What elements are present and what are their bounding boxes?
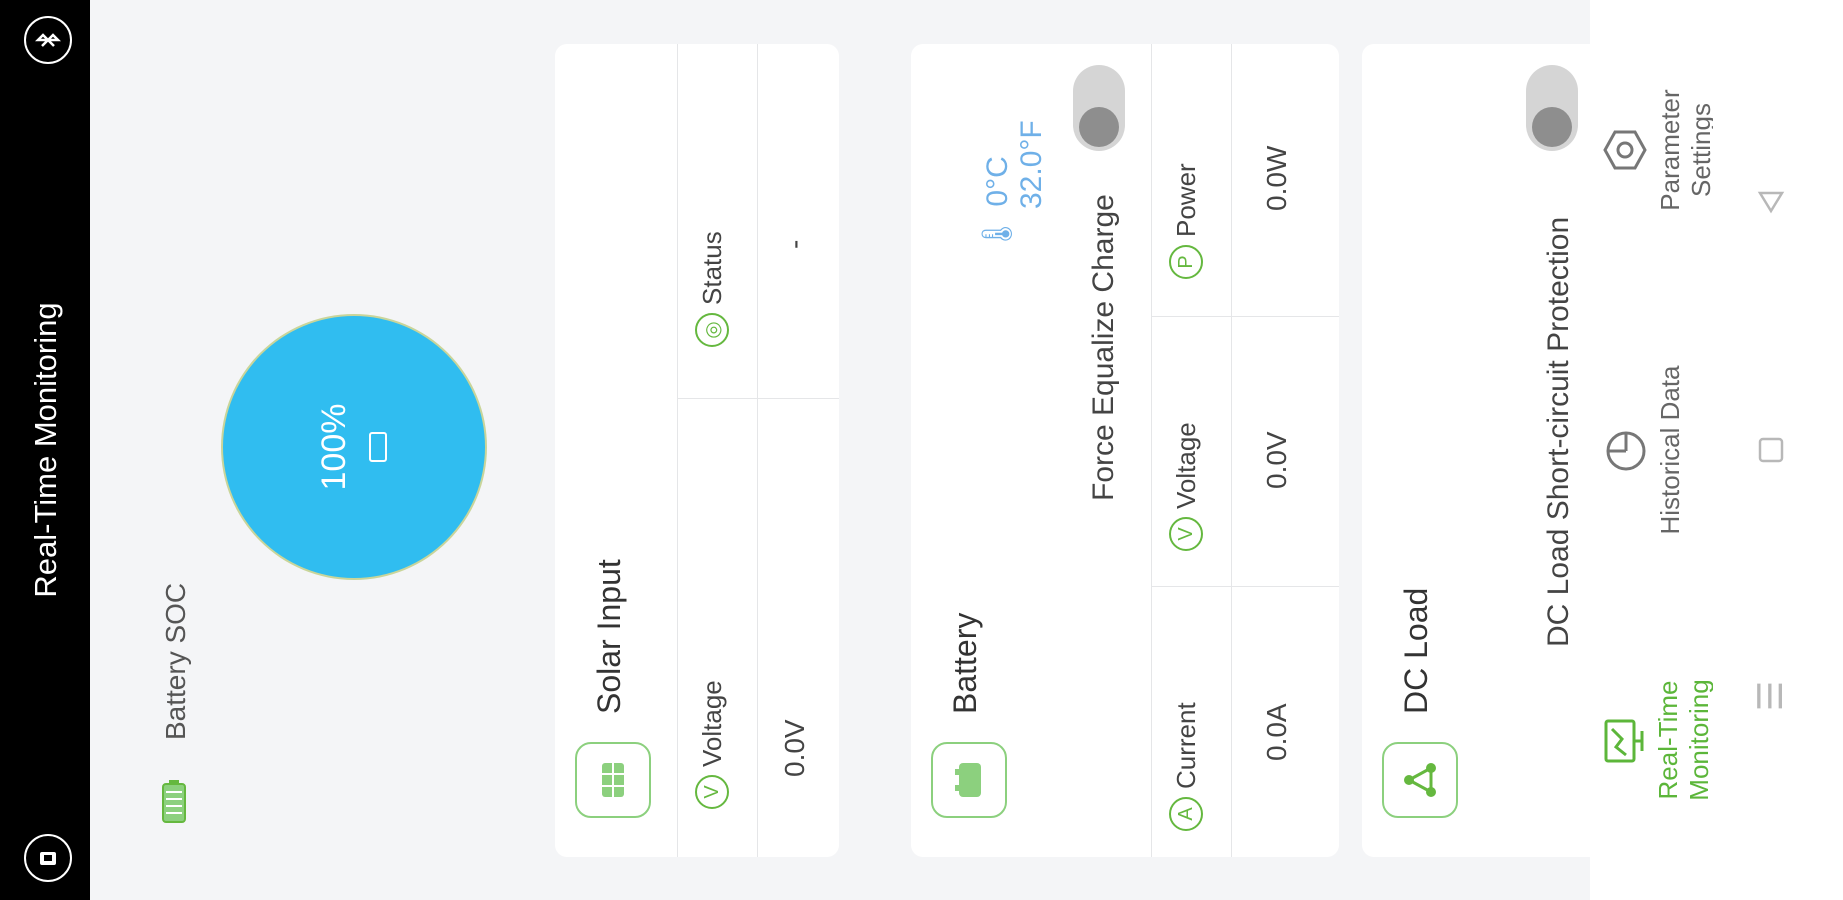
nav-parameter-settings-label: Parameter Settings — [1655, 89, 1716, 211]
status-icon: ◎ — [695, 313, 729, 347]
back-icon[interactable] — [1753, 184, 1789, 220]
nav-real-time-monitoring-label: Real-Time Monitoring — [1653, 679, 1714, 801]
battery-soc-gauge: 100% — [223, 316, 485, 578]
battery-voltage-value: 0.0V — [1261, 431, 1292, 489]
force-equalize-charge-label: Force Equalize Charge — [1087, 194, 1120, 501]
divider — [677, 44, 678, 857]
bluetooth-icon[interactable] — [24, 16, 72, 64]
dc-load-card: DC Load DC Load Short-circuit Protection — [1362, 44, 1602, 857]
force-equalize-charge-toggle[interactable] — [1073, 65, 1125, 151]
divider — [677, 398, 839, 399]
divider — [1231, 44, 1232, 857]
divider — [1151, 586, 1339, 587]
battery-voltage-label: V Voltage — [1169, 422, 1203, 551]
pie-chart-icon — [1606, 431, 1646, 471]
battery-power-label: P Power — [1169, 163, 1203, 279]
power-icon: P — [1169, 245, 1203, 279]
home-icon[interactable] — [1753, 432, 1789, 468]
solar-voltage-label: V Voltage — [695, 680, 729, 809]
top-bar: Real-Time Monitoring — [0, 0, 90, 900]
dc-load-protection-label: DC Load Short-circuit Protection — [1542, 216, 1575, 647]
divider — [1151, 316, 1339, 317]
battery-power-value: 0.0W — [1261, 145, 1292, 211]
nav-historical-data-label: Historical Data — [1655, 365, 1685, 535]
battery-temperature: 🌡 0°C 32.0°F — [981, 120, 1048, 253]
bottom-navigation: Real-Time Monitoring Historical Data Par… — [1590, 0, 1716, 900]
dc-load-protection-toggle[interactable] — [1526, 65, 1578, 151]
recent-apps-icon[interactable]: ☰ — [1752, 678, 1790, 714]
divider — [757, 44, 758, 857]
dc-load-icon — [1382, 742, 1458, 818]
app-screen: Real-Time Monitoring Battery SOC 100% So… — [0, 0, 1843, 900]
voltage-icon: V — [695, 775, 729, 809]
toggle-knob — [1532, 107, 1572, 147]
battery-level-icon — [162, 780, 186, 823]
solar-panel-icon — [575, 742, 651, 818]
system-navigation-bar: ☰ — [1713, 0, 1843, 900]
dc-load-title: DC Load — [1398, 587, 1434, 714]
voltage-icon: V — [1169, 517, 1203, 551]
solar-voltage-value: 0.0V — [779, 719, 810, 777]
battery-icon — [369, 432, 387, 462]
battery-title: Battery — [947, 612, 983, 714]
page-title: Real-Time Monitoring — [28, 302, 63, 598]
battery-card-icon — [931, 742, 1007, 818]
toggle-knob — [1079, 107, 1119, 147]
battery-soc-percent: 100% — [315, 403, 353, 491]
nav-parameter-settings[interactable]: Parameter Settings — [1602, 40, 1717, 260]
monitor-chart-icon — [1604, 719, 1644, 763]
current-icon: A — [1169, 797, 1203, 831]
solar-input-title: Solar Input — [591, 559, 627, 714]
battery-soc-label: Battery SOC — [160, 582, 191, 740]
thermometer-icon: 🌡 — [981, 214, 1014, 253]
settings-hexagon-icon — [1603, 130, 1647, 170]
divider — [1151, 44, 1152, 857]
nav-historical-data[interactable]: Historical Data — [1602, 360, 1686, 540]
battery-card: Battery 🌡 0°C 32.0°F Force Equalize Char… — [911, 44, 1339, 857]
nav-real-time-monitoring[interactable]: Real-Time Monitoring — [1602, 650, 1715, 830]
solar-status-value: - — [779, 239, 810, 249]
battery-current-value: 0.0A — [1261, 703, 1292, 761]
solar-input-card: Solar Input V Voltage 0.0V ◎ Status - — [555, 44, 839, 857]
battery-current-label: A Current — [1169, 702, 1203, 831]
solar-status-label: ◎ Status — [695, 231, 729, 347]
